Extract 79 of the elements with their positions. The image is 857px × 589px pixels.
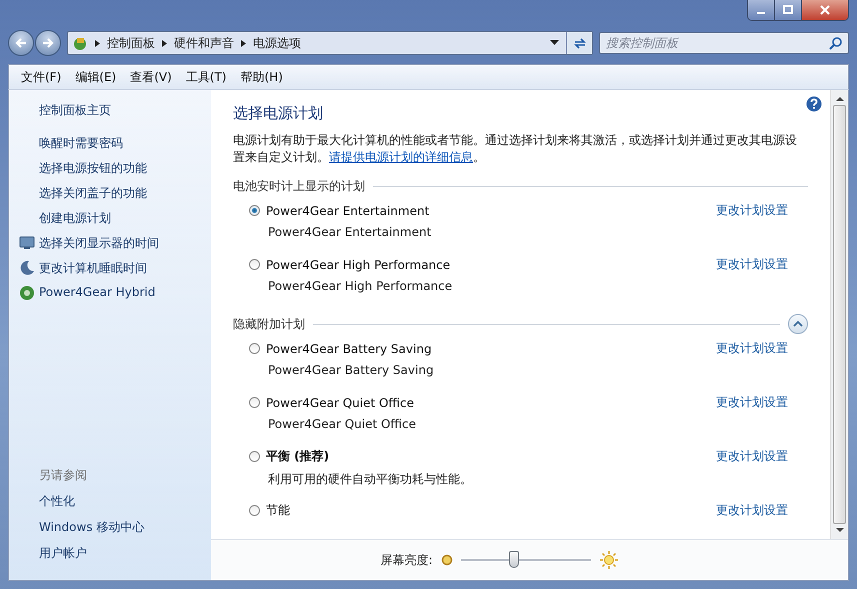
back-arrow-icon	[14, 37, 28, 49]
search-icon	[829, 37, 842, 50]
page-title: 选择电源计划	[233, 104, 323, 123]
help-icon[interactable]	[806, 96, 822, 112]
change-settings-link[interactable]: 更改计划设置	[716, 340, 788, 357]
sidebar-link[interactable]: 控制面板主页	[39, 102, 111, 119]
section-heading: 另请参阅	[39, 467, 88, 484]
plan-name[interactable]: 平衡 (推荐)	[266, 448, 330, 465]
plan-name[interactable]: Power4Gear Entertainment	[266, 204, 430, 218]
minimize-button[interactable]	[748, 0, 775, 20]
menu-item[interactable]: 文件(F)	[21, 68, 62, 86]
details-link[interactable]: 请提供电源计划的详细信息	[329, 150, 473, 164]
search-field[interactable]: 搜索控制面板	[599, 32, 849, 54]
sidebar-link[interactable]: 选择关闭显示器的时间	[39, 235, 159, 252]
back-button[interactable]	[8, 30, 34, 56]
sidebar-link[interactable]: 个性化	[39, 493, 75, 510]
maximize-icon	[783, 5, 793, 15]
maximize-button[interactable]	[775, 0, 802, 20]
sidebar-link[interactable]: 创建电源计划	[39, 210, 111, 227]
moon-icon	[19, 260, 35, 276]
sidebar-link[interactable]: 用户帐户	[39, 545, 87, 562]
close-button[interactable]	[802, 0, 848, 20]
breadcrumb-item[interactable]: 硬件和声音	[174, 34, 234, 52]
dropdown-icon[interactable]	[550, 40, 559, 46]
bright-sun-icon	[598, 550, 619, 570]
menu-item[interactable]: 编辑(E)	[75, 68, 116, 86]
radio-button[interactable]	[249, 451, 260, 462]
radio-button[interactable]	[249, 505, 260, 516]
chevron-icon	[162, 40, 167, 46]
sidebar-link[interactable]: 更改计算机睡眠时间	[39, 260, 147, 277]
chevron-icon	[793, 320, 803, 328]
radio-button[interactable]	[249, 343, 260, 354]
forward-arrow-icon	[41, 37, 55, 49]
menu-item[interactable]: 工具(T)	[186, 68, 226, 86]
sidebar-link[interactable]: Power4Gear Hybrid	[39, 285, 156, 299]
radio-button[interactable]	[249, 259, 260, 270]
monitor-icon	[19, 236, 35, 250]
group-heading: 电池安时计上显示的计划	[233, 178, 365, 194]
sidebar-link[interactable]: Windows 移动中心	[39, 519, 144, 536]
sidebar-link[interactable]: 选择电源按钮的功能	[39, 160, 147, 177]
plan-description: Power4Gear Entertainment	[267, 225, 432, 239]
close-icon	[819, 5, 831, 15]
change-settings-link[interactable]: 更改计划设置	[716, 202, 788, 219]
plan-name[interactable]: Power4Gear High Performance	[266, 258, 450, 272]
dim-sun-icon	[440, 554, 453, 566]
radio-button[interactable]	[249, 397, 260, 408]
change-settings-link[interactable]: 更改计划设置	[716, 502, 788, 519]
change-settings-link[interactable]: 更改计划设置	[716, 256, 788, 273]
radio-button[interactable]	[249, 205, 260, 216]
plan-description: Power4Gear Battery Saving	[267, 363, 435, 377]
scroll-down-icon[interactable]	[836, 528, 844, 533]
brightness-label: 屏幕亮度:	[380, 552, 433, 568]
scrollbar[interactable]	[830, 90, 848, 539]
minimize-icon	[757, 12, 765, 14]
sidebar-link[interactable]: 选择关闭盖子的功能	[39, 185, 147, 202]
sidebar-link[interactable]: 唤醒时需要密码	[39, 135, 123, 152]
plan-description: Power4Gear High Performance	[267, 279, 454, 293]
plan-description: Power4Gear Quiet Office	[267, 417, 418, 431]
menu-item[interactable]: 帮助(H)	[240, 68, 283, 86]
breadcrumb-item[interactable]: 电源选项	[253, 34, 301, 52]
group-heading: 隐藏附加计划	[233, 316, 305, 332]
change-settings-link[interactable]: 更改计划设置	[716, 394, 788, 411]
change-settings-link[interactable]: 更改计划设置	[716, 448, 788, 465]
refresh-icon	[572, 37, 586, 49]
breadcrumb-item[interactable]: 控制面板	[107, 34, 155, 52]
menu-item[interactable]: 查看(V)	[130, 68, 172, 86]
address-bar[interactable]: 控制面板 硬件和声音 电源选项	[67, 31, 593, 55]
collapse-button[interactable]	[788, 314, 808, 334]
description-text: 电源计划有助于最大化计算机的性能或者节能。通过选择计划来将其激活，或选择计划并通过更改其电源设置来自定义计划。请提供电源计划的详细信息。	[233, 132, 798, 166]
forward-button[interactable]	[35, 30, 61, 56]
chevron-icon	[241, 40, 246, 46]
refresh-button[interactable]	[566, 32, 592, 54]
plan-name[interactable]: Power4Gear Quiet Office	[266, 396, 414, 410]
plan-name[interactable]: Power4Gear Battery Saving	[266, 342, 432, 356]
plan-name[interactable]: 节能	[266, 502, 290, 519]
gear-icon	[19, 285, 35, 301]
scroll-up-icon[interactable]	[836, 96, 844, 101]
chevron-icon	[95, 40, 100, 46]
plan-description: 利用可用的硬件自动平衡功耗与性能。	[267, 471, 473, 488]
